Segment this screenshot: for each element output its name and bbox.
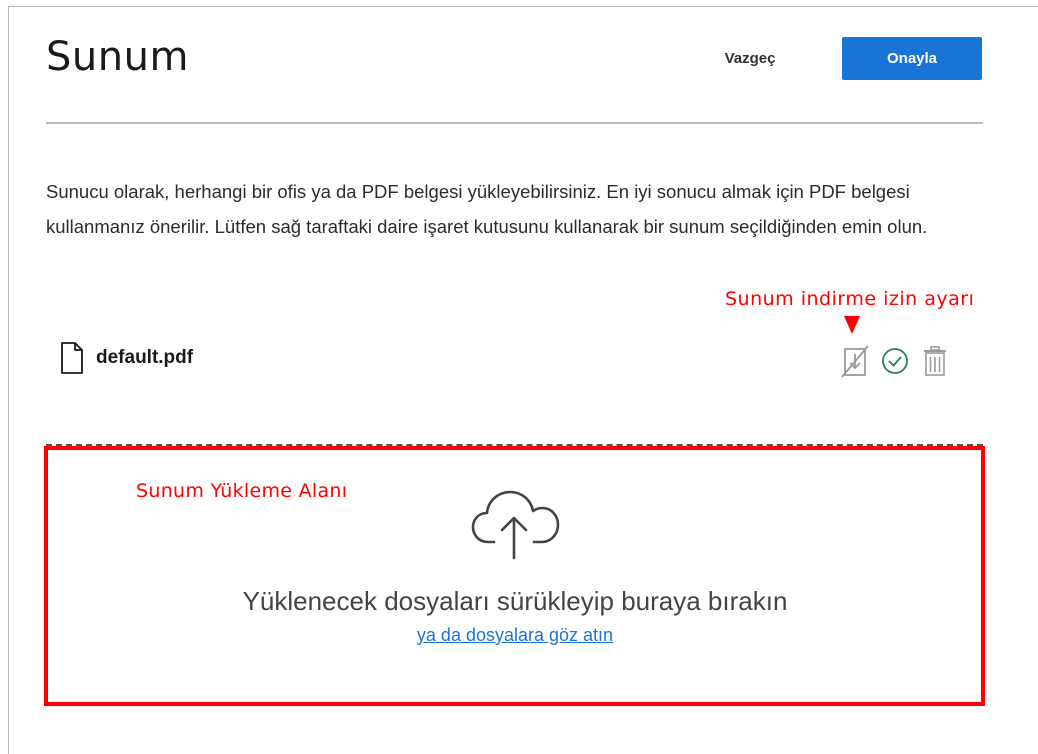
file-icon [61,342,83,374]
confirm-button[interactable]: Onayla [842,37,982,80]
file-name: default.pdf [96,347,194,368]
download-permission-annotation: Sunum indirme izin ayarı [725,288,975,310]
annotation-arrow-icon [844,316,860,334]
dialog-description: Sunucu olarak, herhangi bir ofis ya da P… [46,181,928,237]
header-divider [46,122,983,124]
check-circle-icon[interactable] [878,343,912,379]
upload-area-annotation: Sunum Yükleme Alanı [136,480,348,502]
cancel-button[interactable]: Vazgeç [705,38,795,80]
trash-icon[interactable] [918,343,952,379]
browse-files-link[interactable]: ya da dosyalara göz atın [0,625,1030,646]
upload-drop-text: Yüklenecek dosyaları sürükleyip buraya b… [242,586,788,616]
dialog-title: Sunum [46,34,189,80]
file-actions [838,343,958,379]
cloud-upload-icon [471,490,560,560]
file-list-item: default.pdf [60,338,193,378]
download-permission-icon[interactable] [838,343,872,379]
